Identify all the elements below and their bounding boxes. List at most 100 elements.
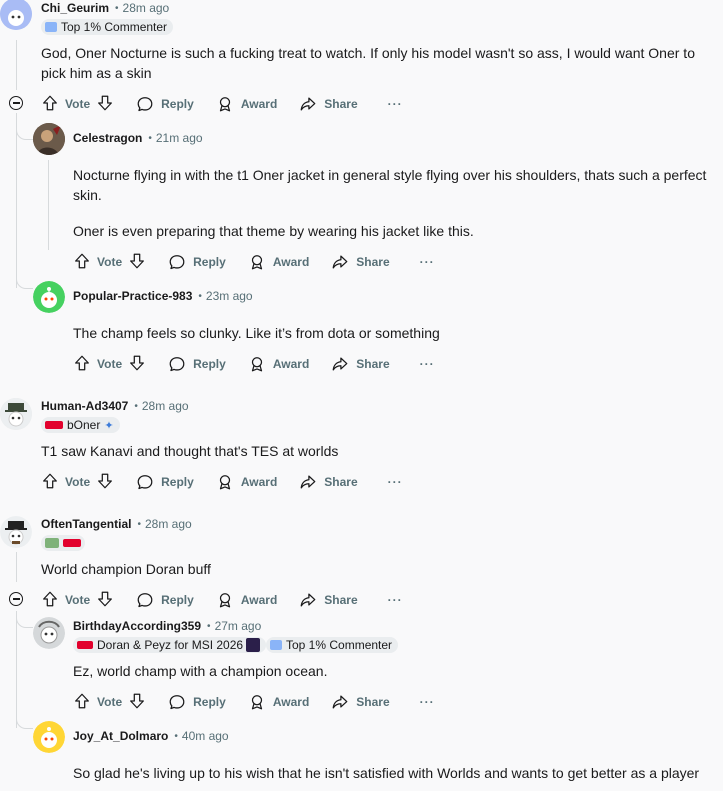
avatar[interactable]: [33, 721, 65, 753]
reply-icon: [136, 473, 154, 491]
thread-elbow: [16, 716, 33, 729]
vote-label: Vote: [65, 475, 91, 489]
share-icon: [299, 473, 317, 491]
more-options-button[interactable]: ···: [420, 255, 435, 269]
reply-button[interactable]: Reply: [136, 95, 194, 113]
more-options-button[interactable]: ···: [388, 97, 403, 111]
comment-body: World champion Doran buff: [41, 561, 211, 577]
username[interactable]: Joy_At_Dolmaro: [73, 729, 168, 743]
share-button[interactable]: Share: [299, 591, 358, 609]
avatar[interactable]: [0, 0, 32, 30]
share-button[interactable]: Share: [331, 693, 390, 711]
comment-actions: Vote Reply Award Share ···: [73, 250, 435, 274]
downvote-icon[interactable]: [128, 252, 146, 273]
collapse-thread-button[interactable]: [9, 592, 23, 606]
more-options-button[interactable]: ···: [388, 475, 403, 489]
comment-actions: Vote Reply Award Share ···: [73, 690, 435, 714]
reply-button[interactable]: Reply: [136, 473, 194, 491]
comment-actions: Vote Reply Award Share ···: [41, 92, 403, 116]
reply-button[interactable]: Reply: [168, 253, 226, 271]
t1-logo-icon: [63, 539, 81, 547]
downvote-icon[interactable]: [96, 472, 114, 493]
comment-body: T1 saw Kanavi and thought that's TES at …: [41, 443, 339, 459]
timestamp[interactable]: 28m ago: [142, 399, 189, 413]
share-icon: [331, 355, 349, 373]
more-options-button[interactable]: ···: [420, 695, 435, 709]
timestamp[interactable]: 40m ago: [182, 729, 229, 743]
comment-body: Nocturne flying in with the t1 Oner jack…: [73, 167, 707, 203]
share-icon: [331, 253, 349, 271]
avatar[interactable]: [0, 398, 32, 430]
username[interactable]: Chi_Geurim: [41, 1, 109, 15]
vote-control: Vote: [73, 354, 146, 375]
upvote-icon[interactable]: [73, 692, 91, 713]
reply-button[interactable]: Reply: [168, 693, 226, 711]
award-button[interactable]: Award: [216, 591, 277, 609]
upvote-icon[interactable]: [73, 252, 91, 273]
comment-body: The champ feels so clunky. Like it’s fro…: [73, 325, 440, 341]
award-button[interactable]: Award: [216, 95, 277, 113]
reply-icon: [168, 693, 186, 711]
upvote-icon[interactable]: [41, 590, 59, 611]
avatar[interactable]: [33, 617, 65, 649]
vote-control: Vote: [73, 252, 146, 273]
award-icon: [248, 355, 266, 373]
champion-icon: [246, 638, 261, 652]
avatar[interactable]: [33, 123, 65, 155]
reply-icon: [136, 95, 154, 113]
vote-label: Vote: [97, 255, 123, 269]
share-button[interactable]: Share: [331, 253, 390, 271]
upvote-icon[interactable]: [41, 94, 59, 115]
downvote-icon[interactable]: [128, 692, 146, 713]
downvote-icon[interactable]: [128, 354, 146, 375]
share-icon: [299, 591, 317, 609]
user-flair: bOner ✦: [41, 417, 120, 433]
share-icon: [331, 693, 349, 711]
award-button[interactable]: Award: [216, 473, 277, 491]
downvote-icon[interactable]: [96, 94, 114, 115]
thread-elbow: [16, 127, 33, 140]
username[interactable]: OftenTangential: [41, 517, 131, 531]
reply-icon: [168, 355, 186, 373]
more-options-button[interactable]: ···: [420, 357, 435, 371]
vote-label: Vote: [65, 593, 91, 607]
username[interactable]: Popular-Practice-983: [73, 289, 192, 303]
vote-control: Vote: [73, 692, 146, 713]
timestamp[interactable]: 27m ago: [215, 619, 262, 633]
comment-actions: Vote Reply Award Share ···: [73, 352, 435, 376]
comment-header: BirthdayAccording359 • 27m ago: [73, 619, 262, 633]
reply-button[interactable]: Reply: [136, 591, 194, 609]
reply-icon: [168, 253, 186, 271]
share-button[interactable]: Share: [331, 355, 390, 373]
timestamp[interactable]: 21m ago: [156, 131, 203, 145]
comment-header: Human-Ad3407 • 28m ago: [41, 399, 189, 413]
share-button[interactable]: Share: [299, 95, 358, 113]
award-button[interactable]: Award: [248, 253, 309, 271]
award-icon: [216, 95, 234, 113]
avatar[interactable]: [33, 281, 65, 313]
avatar[interactable]: [0, 516, 32, 548]
award-button[interactable]: Award: [248, 693, 309, 711]
award-icon: [248, 253, 266, 271]
comment-header: Chi_Geurim • 28m ago: [41, 1, 170, 15]
collapse-thread-button[interactable]: [9, 96, 23, 110]
vote-label: Vote: [97, 695, 123, 709]
reply-button[interactable]: Reply: [168, 355, 226, 373]
username[interactable]: BirthdayAccording359: [73, 619, 201, 633]
timestamp[interactable]: 28m ago: [123, 1, 170, 15]
upvote-icon[interactable]: [73, 354, 91, 375]
username[interactable]: Human-Ad3407: [41, 399, 128, 413]
share-icon: [299, 95, 317, 113]
comment-body: So glad he's living up to his wish that …: [73, 765, 700, 781]
username[interactable]: Celestragon: [73, 131, 142, 145]
share-button[interactable]: Share: [299, 473, 358, 491]
upvote-icon[interactable]: [41, 472, 59, 493]
comment-body: God, Oner Nocturne is such a fucking tre…: [41, 45, 695, 81]
timestamp[interactable]: 28m ago: [145, 517, 192, 531]
more-options-button[interactable]: ···: [388, 593, 403, 607]
comment-header: Joy_At_Dolmaro • 40m ago: [73, 729, 229, 743]
comment-body: Ez, world champ with a champion ocean.: [73, 663, 328, 679]
timestamp[interactable]: 23m ago: [206, 289, 253, 303]
award-button[interactable]: Award: [248, 355, 309, 373]
downvote-icon[interactable]: [96, 590, 114, 611]
